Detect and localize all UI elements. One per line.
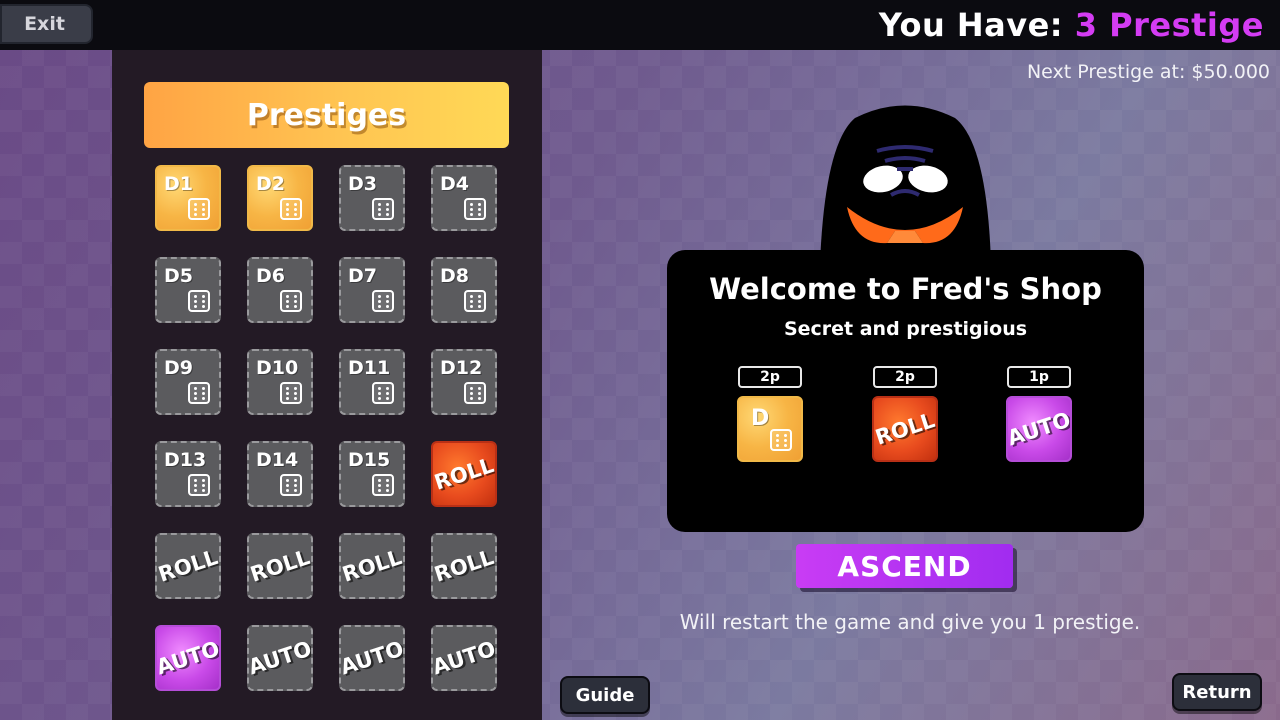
tile-label: D13: [164, 449, 207, 471]
tile-label: D5: [164, 265, 193, 287]
dice-icon: [464, 382, 486, 404]
prestige-tile-d2[interactable]: D2: [247, 165, 313, 231]
dice-icon: [464, 290, 486, 312]
shop-item-roll[interactable]: 2p ROLL: [872, 366, 938, 462]
tile-label: AUTO: [155, 636, 221, 680]
price-tag: 2p: [873, 366, 937, 388]
dice-icon: [188, 382, 210, 404]
tile-label: ROLL: [431, 545, 497, 587]
dice-icon: [770, 429, 792, 451]
tile-label: D8: [440, 265, 469, 287]
prestige-tile-roll-18[interactable]: ROLL: [339, 533, 405, 599]
prestige-tile-d6[interactable]: D6: [247, 257, 313, 323]
prestige-tile-d7[interactable]: D7: [339, 257, 405, 323]
return-button[interactable]: Return: [1172, 673, 1262, 711]
dice-icon: [280, 382, 302, 404]
dice-icon: [372, 290, 394, 312]
tile-label: ROLL: [155, 545, 221, 587]
tile-label: ROLL: [872, 408, 938, 450]
tile-label: D9: [164, 357, 193, 379]
dice-icon: [280, 290, 302, 312]
prestige-tile-d1[interactable]: D1: [155, 165, 221, 231]
prestige-tile-d12[interactable]: D12: [431, 349, 497, 415]
tile-label: D15: [348, 449, 391, 471]
prestiges-panel: Prestiges D1 D2 D3 D4 D5 D6 D7 D8 D9 D10 D11 D12 D13…: [112, 50, 542, 720]
tile-label: ROLL: [339, 545, 405, 587]
prestige-tile-d8[interactable]: D8: [431, 257, 497, 323]
prestige-tile-auto-21[interactable]: AUTO: [247, 625, 313, 691]
shop-panel: Welcome to Fred's Shop Secret and presti…: [667, 250, 1144, 532]
shop-item-d[interactable]: 2p D: [737, 366, 803, 462]
shop-item-tile[interactable]: ROLL: [872, 396, 938, 462]
prestige-tile-auto-22[interactable]: AUTO: [339, 625, 405, 691]
tile-label: D10: [256, 357, 299, 379]
prestige-tile-auto-23[interactable]: AUTO: [431, 625, 497, 691]
prestige-tile-roll-19[interactable]: ROLL: [431, 533, 497, 599]
dice-icon: [188, 198, 210, 220]
prestige-tile-d9[interactable]: D9: [155, 349, 221, 415]
guide-button[interactable]: Guide: [560, 676, 650, 714]
prestige-tile-d11[interactable]: D11: [339, 349, 405, 415]
prestige-tile-d13[interactable]: D13: [155, 441, 221, 507]
prestige-tile-roll-16[interactable]: ROLL: [155, 533, 221, 599]
dice-icon: [372, 198, 394, 220]
dice-icon: [464, 198, 486, 220]
tile-label: D4: [440, 173, 469, 195]
dice-icon: [372, 382, 394, 404]
fred-character-icon: [820, 105, 991, 263]
prestiges-title: Prestiges: [144, 82, 509, 148]
tile-label: AUTO: [339, 636, 405, 680]
prestige-tile-roll-17[interactable]: ROLL: [247, 533, 313, 599]
prestige-tile-roll-15[interactable]: ROLL: [431, 441, 497, 507]
shop-item-auto[interactable]: 1p AUTO: [1006, 366, 1072, 462]
next-prestige-text: Next Prestige at: $50.000: [1026, 61, 1270, 83]
prestige-tile-d5[interactable]: D5: [155, 257, 221, 323]
tile-label: D3: [348, 173, 377, 195]
ascend-note: Will restart the game and give you 1 pre…: [679, 610, 1141, 634]
tile-label: D7: [348, 265, 377, 287]
tile-label: D6: [256, 265, 285, 287]
prestige-tile-d14[interactable]: D14: [247, 441, 313, 507]
prestige-tile-auto-20[interactable]: AUTO: [155, 625, 221, 691]
shop-item-tile[interactable]: AUTO: [1006, 396, 1072, 462]
top-bar: Exit You Have: 3 Prestige: [0, 0, 1280, 50]
tile-label: D: [751, 406, 770, 431]
dice-icon: [280, 474, 302, 496]
prestiges-grid: D1 D2 D3 D4 D5 D6 D7 D8 D9 D10 D11 D12 D13 D14 D15 ROLL…: [155, 165, 497, 691]
shop-title: Welcome to Fred's Shop: [709, 272, 1102, 306]
price-tag: 2p: [738, 366, 802, 388]
tile-label: D2: [256, 173, 285, 195]
tile-label: AUTO: [1006, 407, 1072, 451]
dice-icon: [188, 474, 210, 496]
dice-icon: [188, 290, 210, 312]
prestige-tile-d3[interactable]: D3: [339, 165, 405, 231]
tile-label: D1: [164, 173, 193, 195]
exit-button[interactable]: Exit: [0, 4, 93, 44]
prestige-tile-d4[interactable]: D4: [431, 165, 497, 231]
prestige-tile-d10[interactable]: D10: [247, 349, 313, 415]
shop-subtitle: Secret and prestigious: [783, 318, 1028, 340]
tile-label: D11: [348, 357, 391, 379]
tile-label: ROLL: [431, 453, 497, 495]
tile-label: AUTO: [247, 636, 313, 680]
prestige-count-label: You Have:: [878, 6, 1075, 44]
shop-item-tile[interactable]: D: [737, 396, 803, 462]
price-tag: 1p: [1007, 366, 1071, 388]
ascend-button[interactable]: ASCEND: [796, 544, 1013, 588]
tile-label: D14: [256, 449, 299, 471]
prestige-count: You Have: 3 Prestige: [879, 6, 1264, 46]
dice-icon: [280, 198, 302, 220]
tile-label: AUTO: [431, 636, 497, 680]
prestige-count-value: 3 Prestige: [1074, 6, 1264, 44]
tile-label: D12: [440, 357, 483, 379]
tile-label: ROLL: [247, 545, 313, 587]
prestige-tile-d15[interactable]: D15: [339, 441, 405, 507]
dice-icon: [372, 474, 394, 496]
